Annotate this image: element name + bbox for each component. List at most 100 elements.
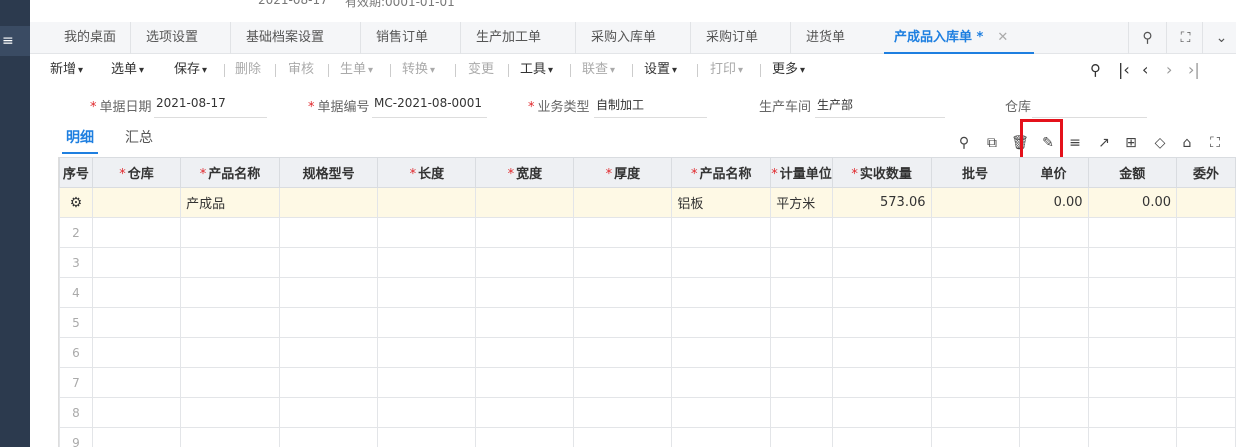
column-header[interactable]: 单价 [1018,157,1089,188]
table-cell[interactable] [1087,367,1178,398]
table-cell[interactable] [930,247,1020,278]
location-icon[interactable]: ⚲ [955,134,973,152]
table-cell[interactable] [91,217,182,248]
export-icon[interactable]: ↗ [1095,134,1113,152]
column-header[interactable]: * 实收数量 [831,157,932,188]
column-header[interactable]: 批号 [930,157,1020,188]
table-cell[interactable] [573,307,673,338]
table-cell[interactable] [278,337,379,368]
column-header[interactable]: * 产品名称 [671,157,772,188]
table-cell[interactable] [1176,397,1236,428]
table-cell[interactable] [573,367,673,398]
row-index-cell[interactable]: ⚙ [59,187,93,218]
column-header[interactable]: 委外 [1176,157,1236,188]
table-cell[interactable] [671,247,772,278]
table-cell[interactable] [180,217,280,248]
column-header[interactable]: 规格型号 [278,157,379,188]
table-cell[interactable] [377,367,477,398]
table-cell[interactable] [573,187,673,218]
table-cell[interactable] [1087,427,1178,447]
table-cell[interactable] [930,187,1020,218]
close-icon[interactable]: ✕ [997,30,1008,45]
next-record-icon[interactable]: › [1166,55,1172,85]
convert-button[interactable]: 转换 ▾ [402,55,435,85]
table-cell[interactable]: 平方米 [770,187,833,218]
table-cell[interactable] [377,187,477,218]
row-index-cell[interactable]: 6 [59,337,93,368]
print-button[interactable]: 打印 ▾ [710,55,743,85]
table-cell[interactable] [180,397,280,428]
column-header[interactable]: * 计量单位 [770,157,833,188]
warehouse-icon[interactable]: ⌂ [1178,134,1196,152]
table-cell[interactable] [1018,307,1089,338]
tab-sales-order[interactable]: 销售订单 [360,22,428,54]
table-cell[interactable] [377,217,477,248]
table-cell[interactable] [573,247,673,278]
table-cell[interactable] [1018,337,1089,368]
table-cell[interactable] [831,217,932,248]
find-document-icon[interactable]: ⚲ [1090,55,1101,85]
first-record-icon[interactable]: |‹ [1118,55,1130,85]
table-cell[interactable]: 573.06 [831,187,932,218]
table-row[interactable]: 5 [59,307,1236,338]
table-cell[interactable] [930,307,1020,338]
table-cell[interactable] [377,277,477,308]
table-cell[interactable] [91,307,182,338]
table-cell[interactable] [180,247,280,278]
table-cell[interactable] [770,247,833,278]
table-row[interactable]: 3 [59,247,1236,278]
table-cell[interactable] [1087,307,1178,338]
table-cell[interactable] [278,427,379,447]
save-button[interactable]: 保存 ▾ [174,55,207,85]
fullscreen-icon[interactable]: ⛶ [1166,22,1204,54]
table-cell[interactable] [573,217,673,248]
table-cell[interactable] [1018,217,1089,248]
table-cell[interactable] [1176,247,1236,278]
table-cell[interactable] [278,367,379,398]
tools-button[interactable]: 工具 ▾ [520,55,553,85]
row-index-cell[interactable]: 5 [59,307,93,338]
table-cell[interactable] [475,217,575,248]
table-cell[interactable] [91,337,182,368]
select-source-button[interactable]: 选单 ▾ [111,55,144,85]
table-cell[interactable] [377,247,477,278]
column-header[interactable]: * 长度 [377,157,477,188]
table-cell[interactable] [1087,337,1178,368]
row-index-cell[interactable]: 8 [59,397,93,428]
split-icon[interactable]: ⊞ [1122,134,1140,152]
table-cell[interactable] [475,397,575,428]
table-cell[interactable] [278,247,379,278]
table-cell[interactable] [91,247,182,278]
sidebar-toggle-button[interactable]: ≡ [0,26,30,56]
more-button[interactable]: 更多 ▾ [772,55,805,85]
copy-row-icon[interactable]: ⧉ [983,134,1001,152]
table-cell[interactable] [930,337,1020,368]
column-header[interactable]: * 厚度 [573,157,673,188]
tab-finished-goods-receipt[interactable]: 产成品入库单 * ✕ [884,22,1035,54]
table-cell[interactable] [770,337,833,368]
tab-summary[interactable]: 汇总 [125,127,153,147]
table-cell[interactable] [770,367,833,398]
table-cell[interactable] [671,307,772,338]
table-cell[interactable] [1176,217,1236,248]
table-cell[interactable] [671,277,772,308]
search-icon[interactable]: ⚲ [1128,22,1166,54]
table-cell[interactable] [1176,277,1236,308]
table-cell[interactable]: 铝板 [671,187,772,218]
table-cell[interactable] [671,367,772,398]
table-cell[interactable] [831,397,932,428]
table-cell[interactable] [1087,247,1178,278]
table-cell[interactable] [831,247,932,278]
table-row[interactable]: 4 [59,277,1236,308]
table-cell[interactable] [831,337,932,368]
new-button[interactable]: 新增 ▾ [50,55,83,85]
table-row[interactable]: 2 [59,217,1236,248]
doc-number-field[interactable]: MC-2021-08-0001 [372,96,487,118]
table-cell[interactable] [475,247,575,278]
table-cell[interactable] [1018,277,1089,308]
column-header[interactable]: * 宽度 [475,157,575,188]
table-cell[interactable] [671,217,772,248]
table-cell[interactable]: 产成品 [180,187,280,218]
tab-purchase-receipt[interactable]: 采购入库单 [575,22,656,54]
date-field[interactable]: 2021-08-17 [154,96,267,118]
